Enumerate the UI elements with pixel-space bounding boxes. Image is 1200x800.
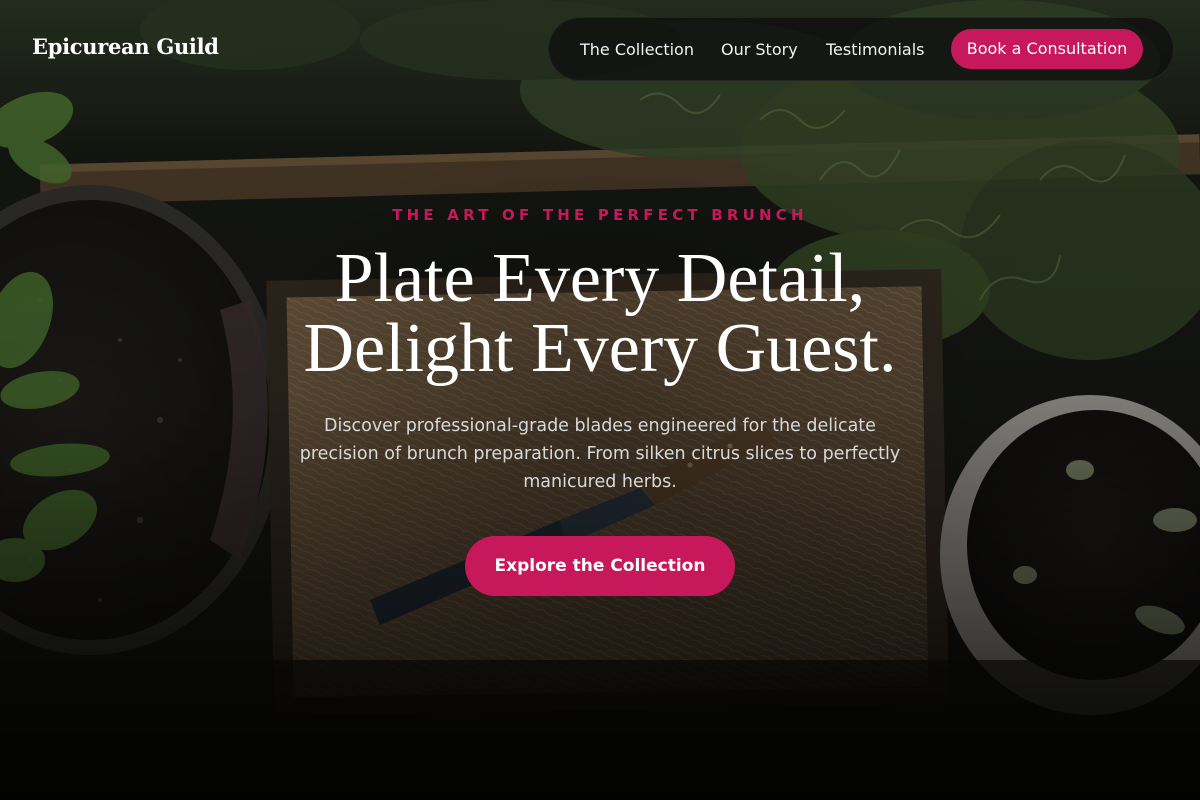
- hero-description-line-3: manicured herbs.: [523, 472, 677, 492]
- nav-link-our-story[interactable]: Our Story: [721, 40, 798, 59]
- explore-collection-button[interactable]: Explore the Collection: [465, 536, 735, 596]
- hero-eyebrow: THE ART OF THE PERFECT BRUNCH: [392, 206, 808, 224]
- hero-description-line-1: Discover professional-grade blades engin…: [324, 416, 876, 436]
- hero-headline-line-1: Plate Every Detail,: [334, 240, 866, 317]
- hero-headline: Plate Every Detail, Delight Every Guest.: [0, 244, 1200, 384]
- hero-headline-line-2: Delight Every Guest.: [303, 310, 897, 387]
- nav-link-the-collection[interactable]: The Collection: [580, 40, 694, 59]
- main-navigation: The Collection Our Story Testimonials Bo…: [548, 17, 1174, 81]
- nav-link-testimonials[interactable]: Testimonials: [826, 40, 925, 59]
- hero-dark-overlay: [0, 0, 1200, 800]
- brand-logo[interactable]: Epicurean Guild: [32, 34, 219, 59]
- hero-section: Epicurean Guild The Collection Our Story…: [0, 0, 1200, 800]
- hero-description: Discover professional-grade blades engin…: [250, 412, 950, 496]
- hero-description-line-2: precision of brunch preparation. From si…: [299, 444, 901, 464]
- book-consultation-button[interactable]: Book a Consultation: [951, 29, 1143, 69]
